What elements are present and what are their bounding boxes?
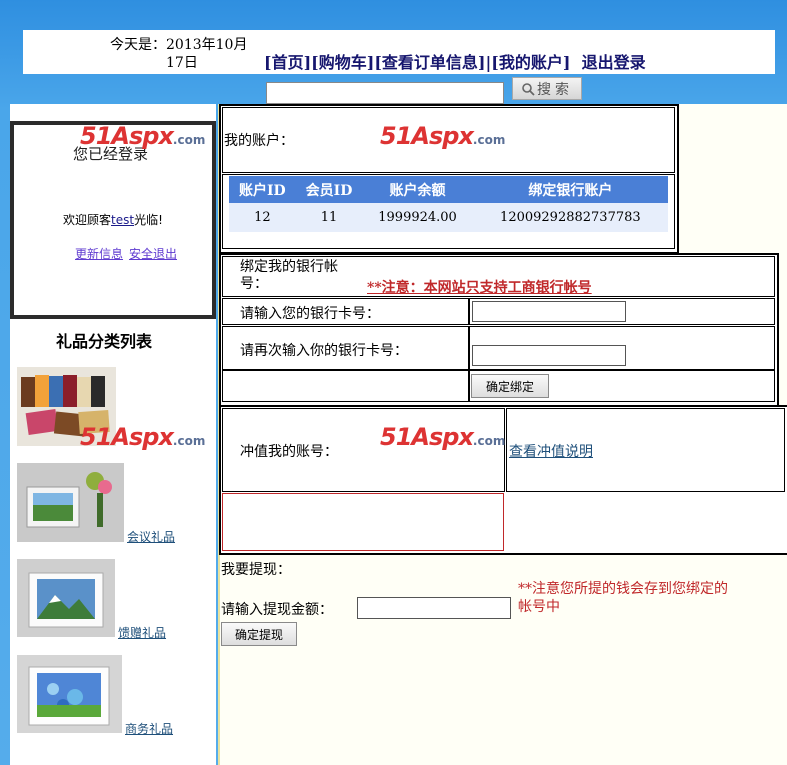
column-header-account-id: 账户ID [229, 176, 296, 203]
watermark-logo: 51Aspx.com [80, 423, 206, 451]
withdraw-confirm-button[interactable]: 确定提现 [221, 622, 297, 646]
card-number-confirm-input[interactable] [472, 345, 626, 366]
cell-member-id: 11 [295, 203, 363, 232]
category-list-title: 礼品分类列表 [56, 332, 153, 351]
bind-notice: **注意：本网站只支持工商银行帐号 [367, 280, 592, 296]
withdraw-notice: **注意您所提的钱会存到您绑定的帐号中 [518, 581, 728, 615]
welcome-prefix: 欢迎顾客 [63, 213, 112, 227]
nav-orders-link[interactable]: [查看订单信息] [374, 53, 485, 72]
search-icon [522, 82, 535, 96]
search-button-label: 搜索 [537, 81, 573, 98]
photo-frame-image[interactable] [17, 463, 124, 542]
table-row: 12 11 1999924.00 12009292882737783 [229, 203, 668, 232]
date-text: 今天是：2013年10月 [110, 37, 248, 53]
category-link-gift-giving[interactable]: 馈赠礼品 [118, 624, 166, 641]
search-input[interactable] [266, 82, 504, 104]
welcome-suffix: 光临! [134, 213, 163, 227]
update-info-link[interactable]: 更新信息 [75, 245, 123, 262]
card-confirm-label: 请再次输入你的银行卡号： [240, 343, 408, 359]
photo-frame-image[interactable] [17, 559, 115, 637]
recharge-help-link[interactable]: 查看冲值说明 [509, 441, 593, 461]
card-number-input[interactable] [472, 301, 626, 322]
safe-logout-link[interactable]: 安全退出 [129, 245, 177, 262]
bind-confirm-button[interactable]: 确定绑定 [471, 374, 549, 398]
category-link-meeting-gifts[interactable]: 会议礼品 [127, 528, 175, 545]
account-label: 我的账户： [224, 133, 294, 149]
empty-cell [222, 370, 469, 402]
date-text-continued: 17日 [166, 55, 198, 71]
cell-bank-account: 12009292882737783 [472, 203, 668, 232]
withdraw-title: 我要提现： [221, 562, 291, 578]
recharge-label: 冲值我的账号： [240, 444, 338, 460]
username: test [111, 213, 135, 227]
column-header-member-id: 会员ID [295, 176, 363, 203]
nav-home-link[interactable]: [首页] [264, 53, 311, 72]
welcome-text: 欢迎顾客test光临! [63, 211, 163, 228]
top-nav: [首页][购物车][查看订单信息]|[我的账户] 退出登录 [264, 49, 646, 73]
nav-cart-link[interactable]: [购物车] [311, 53, 374, 72]
account-table: 账户ID 会员ID 账户余额 绑定银行账户 12 11 1999924.00 1… [229, 176, 668, 232]
column-header-bank-account: 绑定银行账户 [472, 176, 668, 203]
nav-my-account-link[interactable]: |[我的账户] [485, 53, 570, 72]
cell-balance: 1999924.00 [362, 203, 473, 232]
cell-account-id: 12 [229, 203, 296, 232]
watermark-logo: 51Aspx.com [380, 423, 506, 451]
photo-frame-image[interactable] [17, 655, 122, 733]
bind-title: 绑定我的银行帐号： [240, 259, 338, 292]
watermark-logo: 51Aspx.com [80, 122, 206, 150]
nav-logout-link[interactable]: 退出登录 [582, 53, 646, 72]
watermark-logo: 51Aspx.com [380, 122, 506, 150]
recharge-message-box [222, 493, 504, 551]
withdraw-amount-label: 请输入提现金额： [221, 602, 333, 618]
withdraw-amount-input[interactable] [357, 597, 511, 619]
column-header-balance: 账户余额 [362, 176, 473, 203]
card-number-label: 请输入您的银行卡号： [240, 306, 380, 322]
category-link-business-gifts[interactable]: 商务礼品 [125, 720, 173, 737]
search-button[interactable]: 搜索 [512, 77, 582, 100]
